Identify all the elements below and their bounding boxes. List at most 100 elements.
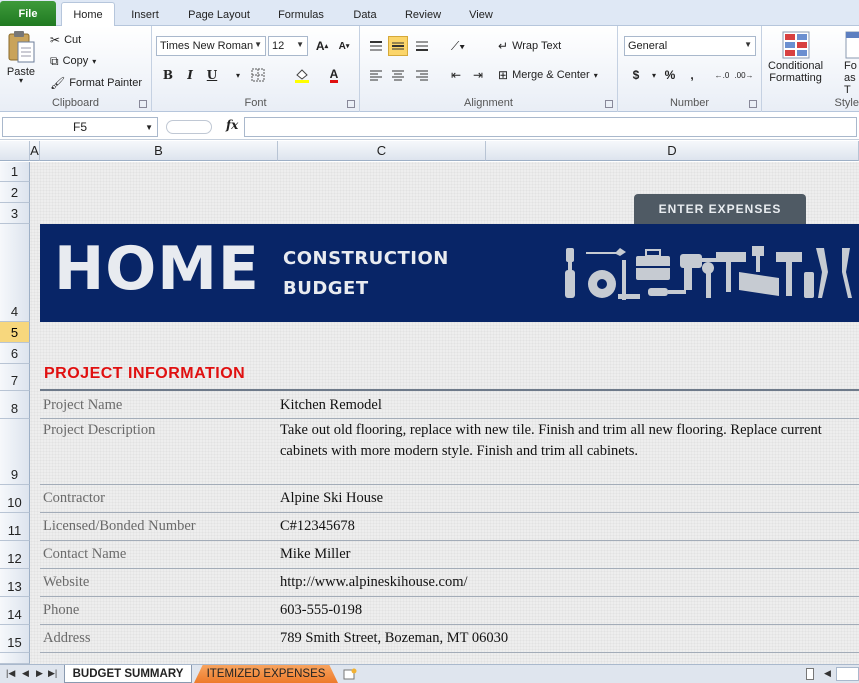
row-header-16[interactable]: [0, 653, 30, 664]
clipboard-group-label: Clipboard: [51, 97, 100, 109]
row-header-2[interactable]: 2: [0, 182, 30, 203]
field-label-address: Address: [43, 630, 91, 646]
last-sheet-icon[interactable]: ▶|: [48, 668, 57, 679]
copy-label: Copy: [62, 55, 89, 67]
tab-formulas[interactable]: Formulas: [270, 4, 332, 26]
align-left-icon[interactable]: [366, 65, 386, 85]
alignment-launcher-icon[interactable]: [605, 100, 613, 108]
column-header-c[interactable]: C: [278, 141, 486, 161]
font-size-select[interactable]: 12 ▼: [268, 36, 308, 56]
row-header-9[interactable]: 9: [0, 419, 30, 485]
field-value-licensed-bonded[interactable]: C#12345678: [280, 516, 855, 537]
copy-button[interactable]: ⧉ Copy ▾: [50, 53, 96, 69]
decrease-indent-icon[interactable]: ⇤: [446, 65, 466, 85]
field-value-phone[interactable]: 603-555-0198: [280, 600, 855, 621]
orientation-icon[interactable]: ⟋▾: [448, 36, 468, 56]
field-value-website[interactable]: http://www.alpineskihouse.com/: [280, 572, 855, 593]
sheet-tab-itemized-expenses[interactable]: ITEMIZED EXPENSES: [194, 665, 338, 683]
align-right-icon[interactable]: [412, 65, 432, 85]
currency-button[interactable]: $: [626, 65, 646, 85]
row-divider: [40, 484, 859, 485]
increase-indent-icon[interactable]: ⇥: [468, 65, 488, 85]
field-value-project-name[interactable]: Kitchen Remodel: [280, 395, 855, 416]
row-header-11[interactable]: 11: [0, 513, 30, 541]
prev-sheet-icon[interactable]: ◀: [22, 668, 29, 679]
row-header-6[interactable]: 6: [0, 343, 30, 364]
row-header-7[interactable]: 7: [0, 364, 30, 391]
formula-input[interactable]: [244, 117, 857, 137]
shrink-font-icon[interactable]: A ▾: [334, 36, 354, 56]
column-header-a[interactable]: A: [30, 141, 40, 161]
align-bottom-icon[interactable]: [412, 36, 432, 56]
font-color-icon[interactable]: A: [324, 65, 344, 85]
comma-button[interactable]: ,: [682, 65, 702, 85]
merge-center-button[interactable]: ⊞ Merge & Center ▾: [498, 67, 598, 83]
column-header-b[interactable]: B: [40, 141, 278, 161]
conditional-label-2: Formatting: [769, 72, 822, 84]
borders-icon[interactable]: [248, 65, 268, 85]
tab-data[interactable]: Data: [345, 4, 385, 26]
font-launcher-icon[interactable]: [347, 100, 355, 108]
row-header-5[interactable]: 5: [0, 322, 30, 343]
field-value-address[interactable]: 789 Smith Street, Bozeman, MT 06030: [280, 628, 855, 649]
row-header-3[interactable]: 3: [0, 203, 30, 224]
increase-decimal-icon[interactable]: ←.0: [712, 65, 732, 85]
tab-file[interactable]: File: [0, 1, 56, 26]
paste-icon: [8, 31, 35, 63]
scroll-left-icon[interactable]: ◀: [824, 668, 831, 679]
row-header-15[interactable]: 15: [0, 625, 30, 653]
format-as-table-button[interactable]: Fo as T: [844, 30, 859, 96]
align-center-icon[interactable]: [388, 65, 408, 85]
row-header-13[interactable]: 13: [0, 569, 30, 597]
tab-page-layout[interactable]: Page Layout: [180, 4, 258, 26]
cut-button[interactable]: ✂ Cut: [50, 32, 81, 48]
align-top-icon[interactable]: [366, 36, 386, 56]
number-launcher-icon[interactable]: [749, 100, 757, 108]
enter-expenses-button[interactable]: ENTER EXPENSES: [634, 194, 806, 224]
insert-sheet-icon[interactable]: [340, 665, 360, 683]
sheet-tab-budget-summary[interactable]: BUDGET SUMMARY: [64, 665, 192, 683]
row-divider: [40, 540, 859, 541]
paste-button[interactable]: Paste ▾: [6, 30, 36, 85]
name-box[interactable]: F5 ▼: [2, 117, 158, 137]
row-header-10[interactable]: 10: [0, 485, 30, 513]
conditional-formatting-icon: [782, 31, 810, 59]
italic-button[interactable]: I: [180, 65, 200, 85]
tab-home[interactable]: Home: [61, 2, 115, 27]
field-value-project-description[interactable]: Take out old flooring, replace with new …: [280, 420, 855, 462]
align-middle-icon[interactable]: [388, 36, 408, 56]
percent-button[interactable]: %: [660, 65, 680, 85]
conditional-formatting-button[interactable]: Conditional Formatting: [768, 30, 823, 84]
tab-insert[interactable]: Insert: [120, 4, 170, 26]
format-painter-button[interactable]: 🖌 Format Painter: [50, 75, 142, 91]
font-family-select[interactable]: Times New Roman ▼: [156, 36, 266, 56]
tab-view[interactable]: View: [460, 4, 502, 26]
tab-review[interactable]: Review: [398, 4, 448, 26]
bold-button[interactable]: B: [158, 65, 178, 85]
horizontal-split-handle[interactable]: [806, 668, 814, 680]
row-header-8[interactable]: 8: [0, 391, 30, 419]
number-format-select[interactable]: General ▼: [624, 36, 756, 56]
row-header-12[interactable]: 12: [0, 541, 30, 569]
next-sheet-icon[interactable]: ▶: [36, 668, 43, 679]
horizontal-scrollbar[interactable]: [836, 667, 859, 681]
select-all-corner[interactable]: [0, 141, 30, 161]
insert-function-icon[interactable]: fx: [226, 118, 238, 132]
field-value-contact-name[interactable]: Mike Miller: [280, 544, 855, 565]
formula-bar-resize-handle[interactable]: [166, 120, 212, 134]
first-sheet-icon[interactable]: |◀: [6, 668, 15, 679]
underline-dropdown-icon[interactable]: ▾: [228, 65, 248, 85]
column-header-d[interactable]: D: [486, 141, 859, 161]
clipboard-launcher-icon[interactable]: [139, 100, 147, 108]
worksheet-grid[interactable]: ENTER EXPENSES HOME CONSTRUCTION BUDGET: [30, 162, 859, 664]
row-header-14[interactable]: 14: [0, 597, 30, 625]
row-header-4[interactable]: 4: [0, 224, 30, 322]
underline-button[interactable]: U: [202, 65, 222, 85]
row-header-1[interactable]: 1: [0, 162, 30, 182]
wrap-text-label: Wrap Text: [512, 40, 562, 52]
wrap-text-button[interactable]: ↵ Wrap Text: [498, 38, 561, 54]
grow-font-icon[interactable]: A ▴: [312, 36, 332, 56]
field-value-contractor[interactable]: Alpine Ski House: [280, 488, 855, 509]
fill-color-icon[interactable]: [292, 65, 312, 85]
decrease-decimal-icon[interactable]: .00→: [734, 65, 754, 85]
